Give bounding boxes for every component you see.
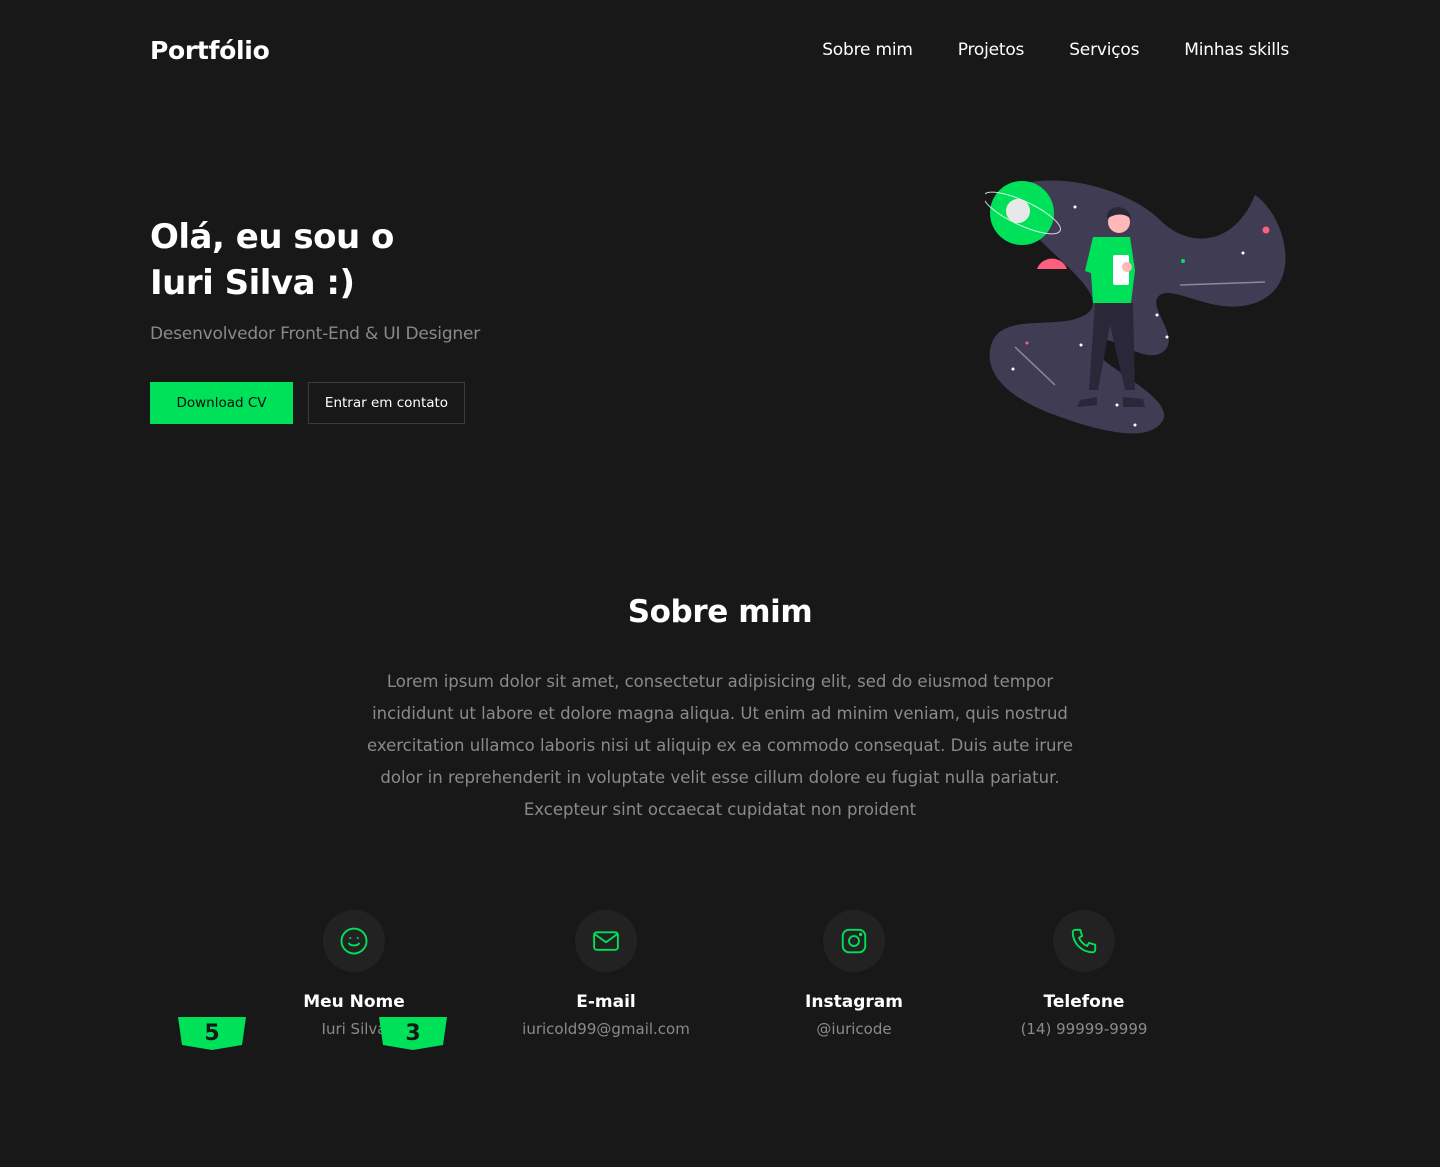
star <box>1181 259 1185 263</box>
info-card-phone: Telefone (14) 99999-9999 <box>964 910 1204 1038</box>
info-value[interactable]: iuricold99@gmail.com <box>486 1020 726 1038</box>
download-cv-button[interactable]: Download CV <box>150 382 293 424</box>
info-card-instagram: Instagram @iuricode <box>734 910 974 1038</box>
star <box>1165 335 1169 339</box>
hero-subtitle: Desenvolvedor Front-End & UI Designer <box>150 324 481 344</box>
page: Portfólio Sobre mim Projetos Serviços Mi… <box>0 0 1440 1167</box>
svg-text:5: 5 <box>204 1021 219 1046</box>
star <box>1079 343 1083 347</box>
hero-title-line-2: Iuri Silva :) <box>150 263 355 303</box>
nav-link-minhas-skills[interactable]: Minhas skills <box>1184 40 1289 60</box>
logo[interactable]: Portfólio <box>150 36 270 65</box>
star <box>1262 226 1270 234</box>
nav-link-projetos[interactable]: Projetos <box>958 40 1025 60</box>
info-value[interactable]: (14) 99999-9999 <box>964 1020 1204 1038</box>
star <box>1025 341 1029 345</box>
space-person-illustration <box>985 180 1286 434</box>
main-nav: Sobre mim Projetos Serviços Minhas skill… <box>822 40 1289 60</box>
star <box>1241 251 1245 255</box>
svg-text:3: 3 <box>405 1021 420 1046</box>
info-card-email: E-mail iuricold99@gmail.com <box>486 910 726 1038</box>
hero-title: Olá, eu sou o Iuri Silva :) <box>150 214 394 306</box>
star <box>1155 313 1159 317</box>
about-text: Lorem ipsum dolor sit amet, consectetur … <box>366 672 1074 819</box>
nav-link-sobre-mim[interactable]: Sobre mim <box>822 40 913 60</box>
star <box>1115 403 1119 407</box>
info-value[interactable]: @iuricode <box>734 1020 974 1038</box>
contact-button[interactable]: Entrar em contato <box>308 382 465 424</box>
info-label: E-mail <box>576 992 636 1012</box>
info-label: Meu Nome <box>303 992 405 1012</box>
info-label: Instagram <box>805 992 903 1012</box>
planet-moon <box>1006 199 1030 223</box>
smile-icon <box>323 910 385 972</box>
info-label: Telefone <box>1043 992 1125 1012</box>
phone-icon[interactable] <box>1053 910 1115 972</box>
instagram-icon[interactable] <box>823 910 885 972</box>
star <box>1011 367 1015 371</box>
about-title: Sobre mim <box>627 594 813 630</box>
html5-icon: 5 <box>178 1017 246 1050</box>
star <box>1073 205 1077 209</box>
star <box>1133 423 1137 427</box>
mail-icon[interactable] <box>575 910 637 972</box>
nav-link-servicos[interactable]: Serviços <box>1069 40 1139 60</box>
hero-title-line-1: Olá, eu sou o <box>150 217 394 257</box>
css3-icon: 3 <box>379 1017 447 1050</box>
